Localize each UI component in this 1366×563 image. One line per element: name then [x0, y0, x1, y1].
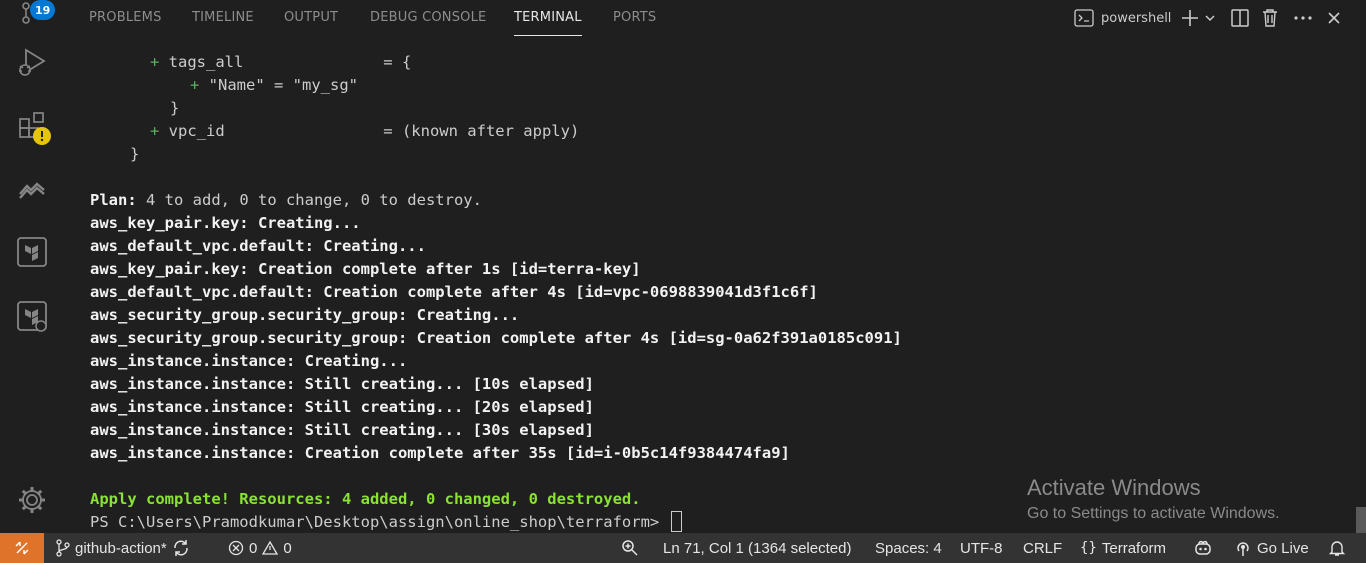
ellipsis-icon — [1294, 16, 1312, 20]
terminal-line: aws_default_vpc.default: Creation comple… — [90, 283, 818, 301]
error-icon — [228, 540, 244, 556]
terminal-prompt[interactable]: PS C:\Users\Pramodkumar\Desktop\assign\o… — [90, 511, 682, 534]
terminal-line: aws_instance.instance: Creating... — [90, 352, 408, 370]
bell-icon — [1328, 541, 1346, 556]
terminal-dropdown-button[interactable] — [1204, 6, 1216, 30]
go-live-label: Go Live — [1257, 539, 1309, 557]
terminal-line: + "Name" = "my_sg" — [190, 76, 358, 94]
warning-count: 0 — [283, 539, 292, 557]
warning-outline-icon — [262, 540, 279, 555]
terminal-line: } — [170, 99, 180, 117]
activity-bar: 19 — [0, 0, 64, 533]
language-label: Terraform — [1101, 539, 1167, 557]
split-terminal-button[interactable] — [1230, 6, 1250, 30]
copilot-button[interactable] — [1194, 533, 1212, 563]
status-bar: github-action* 0 0 Ln 71, Col 1 (1364 se… — [0, 533, 1366, 563]
split-icon — [1231, 9, 1249, 27]
terminal-line: aws_instance.instance: Still creating...… — [90, 375, 594, 393]
terminal-icon — [1074, 9, 1094, 27]
warning-icon — [33, 127, 51, 145]
cursor-position[interactable]: Ln 71, Col 1 (1364 selected) — [663, 533, 851, 563]
shell-label: powershell — [1101, 10, 1172, 26]
terraform-alt-icon[interactable] — [12, 296, 52, 336]
braces-icon: {} — [1080, 540, 1097, 556]
indentation-indicator[interactable]: Spaces: 4 — [875, 533, 942, 563]
terminal-scrollbar[interactable] — [1356, 40, 1366, 533]
error-count: 0 — [249, 539, 258, 557]
remote-button[interactable] — [0, 533, 44, 563]
language-mode[interactable]: {} Terraform — [1080, 533, 1166, 563]
terminal-line: aws_key_pair.key: Creation complete afte… — [90, 260, 641, 278]
close-icon — [1328, 12, 1340, 24]
terminal-scrollbar-thumb[interactable] — [1356, 507, 1366, 533]
terminal-cursor — [670, 511, 682, 532]
tab-output[interactable]: OUTPUT — [284, 0, 338, 36]
tab-ports[interactable]: PORTS — [613, 0, 656, 36]
sync-icon[interactable] — [172, 539, 190, 557]
terminal-line: } — [130, 145, 140, 163]
terminal-line: aws_default_vpc.default: Creating... — [90, 237, 426, 255]
more-actions-button[interactable] — [1293, 6, 1313, 30]
tab-problems[interactable]: PROBLEMS — [89, 0, 162, 36]
watermark-subtitle: Go to Settings to activate Windows. — [1027, 505, 1280, 522]
problems-indicator[interactable]: 0 0 — [228, 533, 292, 563]
git-branch-icon — [56, 539, 70, 557]
activate-windows-watermark: Activate Windows Go to Settings to activ… — [1027, 474, 1280, 526]
terraform-icon[interactable] — [12, 232, 52, 272]
tab-debug-console[interactable]: DEBUG CONSOLE — [370, 0, 486, 36]
tab-terminal[interactable]: TERMINAL — [514, 0, 582, 36]
trash-icon — [1263, 9, 1277, 27]
watermark-title: Activate Windows — [1027, 475, 1201, 500]
terraform-cloud-icon[interactable] — [12, 170, 52, 210]
terminal-line: + tags_all = { — [150, 53, 412, 71]
branch-indicator[interactable]: github-action* — [56, 533, 190, 563]
branch-name: github-action* — [75, 539, 167, 557]
terminal-shell-selector[interactable]: powershell — [1074, 6, 1171, 30]
copilot-icon — [1195, 540, 1211, 555]
go-live-button[interactable]: Go Live — [1234, 533, 1309, 563]
chevron-down-icon — [1205, 15, 1215, 22]
panel-header: PROBLEMS TIMELINE OUTPUT DEBUG CONSOLE T… — [64, 0, 1366, 36]
terminal-line: aws_instance.instance: Still creating...… — [90, 421, 594, 439]
plus-icon — [1182, 10, 1198, 26]
new-terminal-button[interactable] — [1180, 6, 1200, 30]
terminal-line: aws_security_group.security_group: Creat… — [90, 306, 520, 324]
terminal-line: aws_key_pair.key: Creating... — [90, 214, 361, 232]
eol-indicator[interactable]: CRLF — [1023, 533, 1062, 563]
kill-terminal-button[interactable] — [1261, 6, 1279, 30]
encoding-indicator[interactable]: UTF-8 — [960, 533, 1003, 563]
settings-gear-icon[interactable] — [12, 480, 52, 520]
plan-summary-line: Plan: 4 to add, 0 to change, 0 to destro… — [90, 191, 482, 209]
close-panel-button[interactable] — [1326, 6, 1342, 30]
zoom-button[interactable] — [621, 533, 639, 563]
run-debug-icon[interactable] — [12, 42, 52, 82]
terminal-line: aws_security_group.security_group: Creat… — [90, 329, 902, 347]
broadcast-icon — [1237, 542, 1249, 556]
tab-timeline[interactable]: TIMELINE — [192, 0, 254, 36]
terminal-line: aws_instance.instance: Creation complete… — [90, 444, 790, 462]
terminal-line: + vpc_id = (known after apply) — [150, 122, 580, 140]
zoom-icon — [622, 540, 638, 556]
terminal-output[interactable]: + tags_all = { + "Name" = "my_sg" } + vp… — [64, 40, 1344, 533]
remote-icon — [15, 541, 29, 555]
source-control-badge: 19 — [30, 0, 56, 20]
apply-complete-line: Apply complete! Resources: 4 added, 0 ch… — [90, 490, 641, 508]
notifications-button[interactable] — [1328, 533, 1346, 563]
terminal-line: aws_instance.instance: Still creating...… — [90, 398, 594, 416]
